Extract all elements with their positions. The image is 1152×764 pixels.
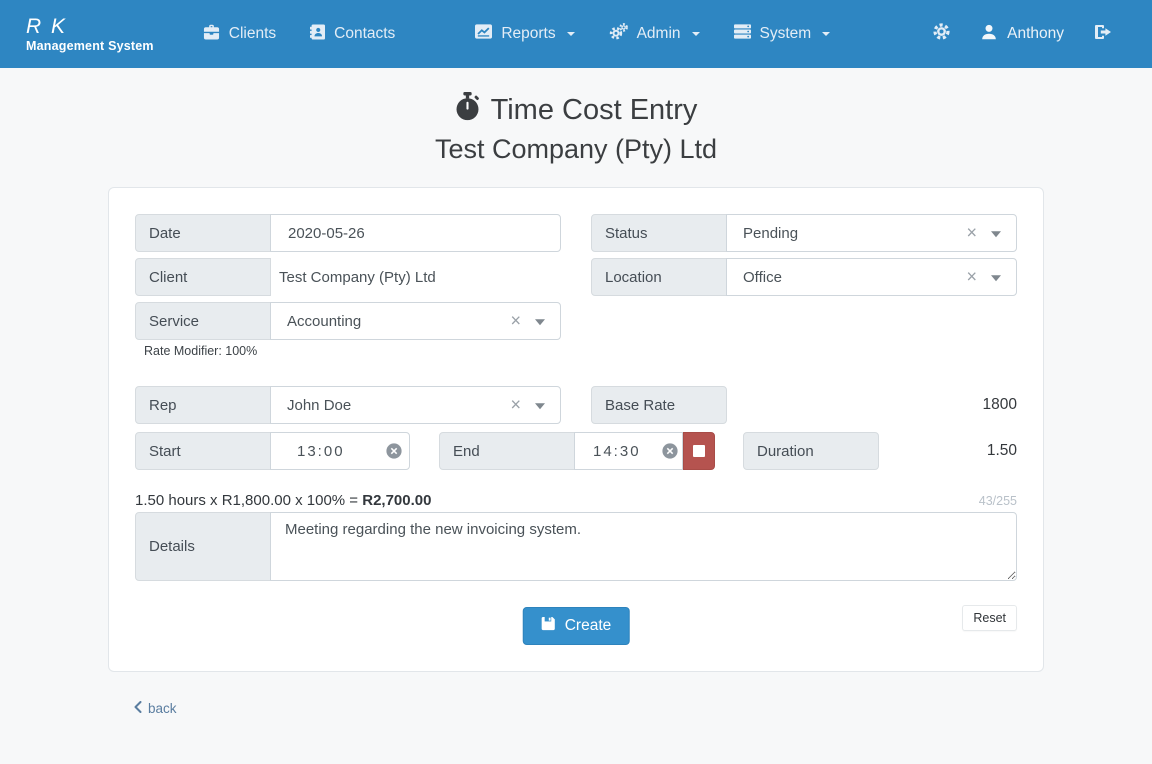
navbar: R K Management System Clients Contacts R… — [0, 0, 1152, 68]
brand-title: R K — [26, 15, 154, 39]
location-group: Location Office × — [591, 258, 1017, 296]
user-name: Anthony — [1007, 25, 1064, 43]
date-input[interactable] — [270, 214, 561, 252]
stop-icon — [693, 445, 705, 457]
calculation-result: R2,700.00 — [362, 492, 431, 509]
stop-timer-button[interactable] — [683, 432, 715, 470]
back-link[interactable]: back — [134, 701, 177, 716]
gear-icon — [932, 22, 951, 46]
clear-icon[interactable]: × — [966, 224, 977, 242]
briefcase-icon — [203, 24, 220, 45]
rep-select-value: John Doe — [287, 397, 351, 414]
client-label: Client — [135, 258, 271, 296]
client-group: Client Test Company (Pty) Ltd — [135, 258, 561, 296]
nav-item-label: System — [760, 25, 812, 43]
base-rate-label: Base Rate — [591, 386, 727, 424]
reset-button[interactable]: Reset — [962, 605, 1017, 631]
clear-circle-icon[interactable] — [662, 443, 678, 459]
start-label: Start — [135, 432, 271, 470]
back-row: back — [108, 700, 1044, 718]
brand-subtitle: Management System — [26, 39, 154, 53]
end-group: End — [439, 432, 715, 470]
service-label: Service — [135, 302, 271, 340]
status-select-value: Pending — [743, 225, 798, 242]
navbar-right: Anthony — [918, 0, 1126, 68]
page-subtitle: Test Company (Pty) Ltd — [0, 134, 1152, 165]
duration-label: Duration — [743, 432, 879, 470]
date-group: Date — [135, 214, 561, 252]
main-nav: Clients Contacts Reports — [186, 0, 847, 68]
char-counter: 43/255 — [979, 494, 1017, 508]
page-title-text: Time Cost Entry — [491, 94, 698, 127]
nav-item-system[interactable]: System — [717, 0, 848, 68]
duration-value: 1.50 — [879, 432, 1017, 470]
user-icon — [981, 24, 997, 45]
nav-item-label: Contacts — [334, 25, 395, 43]
cogs-icon — [609, 23, 628, 45]
start-group: Start — [135, 432, 411, 470]
chevron-down-icon — [822, 32, 830, 36]
calculation-prefix: 1.50 hours x R1,800.00 x 100% = — [135, 492, 362, 509]
clear-circle-icon[interactable] — [386, 443, 402, 459]
end-label: End — [439, 432, 575, 470]
server-icon — [734, 24, 751, 44]
chevron-down-icon — [567, 32, 575, 36]
rep-group: Rep John Doe × — [135, 386, 561, 424]
rate-modifier-note: Rate Modifier: 100% — [144, 344, 1017, 358]
client-value: Test Company (Pty) Ltd — [271, 258, 561, 296]
nav-item-reports[interactable]: Reports — [458, 0, 591, 68]
page-title: Time Cost Entry — [0, 92, 1152, 129]
create-button[interactable]: Create — [523, 607, 630, 645]
brand-logo[interactable]: R K Management System — [26, 15, 154, 53]
sign-out-icon — [1094, 24, 1112, 45]
chevron-down-icon[interactable] — [535, 403, 545, 409]
nav-item-contacts[interactable]: Contacts — [293, 0, 412, 68]
create-button-label: Create — [565, 617, 612, 635]
chevron-down-icon[interactable] — [991, 231, 1001, 237]
clear-icon[interactable]: × — [966, 268, 977, 286]
chart-line-icon — [475, 24, 492, 44]
nav-item-clients[interactable]: Clients — [186, 0, 293, 68]
logout-button[interactable] — [1080, 0, 1126, 68]
nav-item-label: Reports — [501, 25, 555, 43]
clear-icon[interactable]: × — [510, 396, 521, 414]
location-label: Location — [591, 258, 727, 296]
chevron-left-icon — [134, 701, 142, 716]
date-label: Date — [135, 214, 271, 252]
address-book-icon — [310, 24, 325, 45]
nav-item-admin[interactable]: Admin — [592, 0, 717, 68]
nav-item-label: Clients — [229, 25, 276, 43]
save-icon — [541, 616, 556, 636]
form-actions: Create Reset — [135, 605, 1017, 645]
service-select[interactable]: Accounting × — [270, 302, 561, 340]
calculation-text: 1.50 hours x R1,800.00 x 100% = R2,700.0… — [135, 492, 431, 509]
stopwatch-icon — [455, 92, 480, 129]
time-cost-entry-card: Date Status Pending × Client Test Compan… — [108, 187, 1044, 672]
details-label: Details — [135, 512, 271, 581]
status-group: Status Pending × — [591, 214, 1017, 252]
page-header: Time Cost Entry Test Company (Pty) Ltd — [0, 92, 1152, 165]
service-group: Service Accounting × — [135, 302, 561, 340]
back-link-label: back — [148, 701, 177, 716]
rep-label: Rep — [135, 386, 271, 424]
base-rate-value: 1800 — [727, 386, 1017, 424]
chevron-down-icon — [692, 32, 700, 36]
clear-icon[interactable]: × — [510, 312, 521, 330]
nav-item-label: Admin — [637, 25, 681, 43]
status-label: Status — [591, 214, 727, 252]
location-select[interactable]: Office × — [726, 258, 1017, 296]
details-textarea[interactable]: Meeting regarding the new invoicing syst… — [270, 512, 1017, 581]
rep-select[interactable]: John Doe × — [270, 386, 561, 424]
service-select-value: Accounting — [287, 313, 361, 330]
chevron-down-icon[interactable] — [535, 319, 545, 325]
user-menu[interactable]: Anthony — [965, 0, 1080, 68]
status-select[interactable]: Pending × — [726, 214, 1017, 252]
chevron-down-icon[interactable] — [991, 275, 1001, 281]
location-select-value: Office — [743, 269, 782, 286]
details-group: Details Meeting regarding the new invoic… — [135, 512, 1017, 581]
base-rate-group: Base Rate 1800 — [591, 386, 1017, 424]
settings-button[interactable] — [918, 0, 965, 68]
